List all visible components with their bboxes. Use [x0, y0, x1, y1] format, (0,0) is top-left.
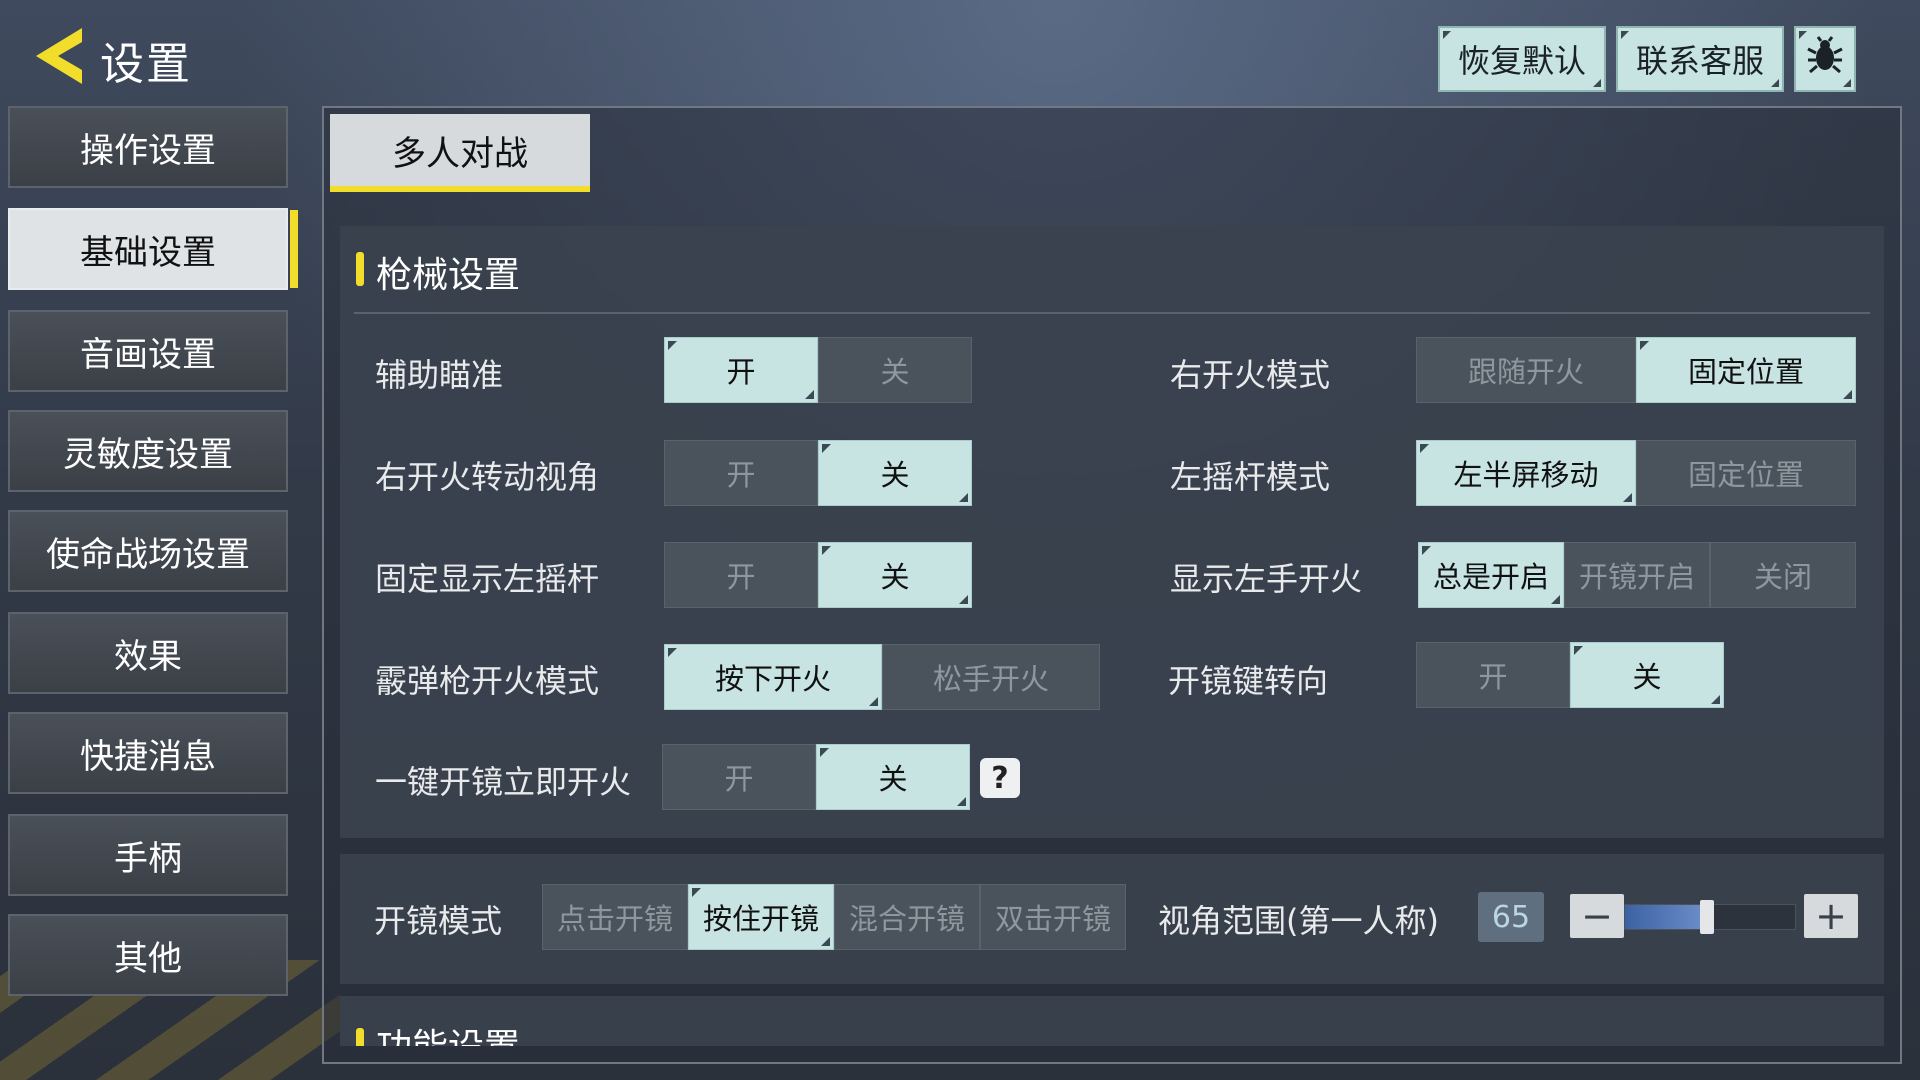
- sidebar-item-battle-royale[interactable]: 使命战场设置: [8, 510, 288, 592]
- right-fire-fixed[interactable]: 固定位置: [1636, 337, 1856, 403]
- fov-slider-fill: [1625, 905, 1707, 929]
- right-fire-mode-label: 右开火模式: [1170, 356, 1331, 394]
- contact-support-button[interactable]: 联系客服: [1616, 26, 1784, 92]
- sidebar-item-other[interactable]: 其他: [8, 914, 288, 996]
- left-stick-mode-label: 左摇杆模式: [1170, 458, 1331, 496]
- section-title-accent: [356, 1028, 364, 1046]
- left-stick-fixed[interactable]: 固定位置: [1636, 440, 1856, 506]
- sidebar-item-controller[interactable]: 手柄: [8, 814, 288, 896]
- section-title: 枪械设置: [376, 255, 521, 296]
- scope-key-turn-label: 开镜键转向: [1168, 662, 1329, 700]
- right-fire-follow[interactable]: 跟随开火: [1416, 337, 1636, 403]
- bug-report-button[interactable]: [1794, 26, 1856, 92]
- scope-key-turn-off[interactable]: 关: [1570, 642, 1724, 708]
- page-title: 设置: [100, 39, 192, 90]
- fixed-left-stick-on[interactable]: 开: [664, 542, 818, 608]
- active-accent-bar: [290, 210, 298, 288]
- function-settings-section: 功能设置: [340, 996, 1884, 1046]
- shotgun-press-fire[interactable]: 按下开火: [664, 644, 882, 710]
- left-hand-fire-toggle: 总是开启 开镜开启 关闭: [1418, 542, 1856, 608]
- scope-mode-double-tap[interactable]: 双击开镜: [980, 884, 1126, 950]
- scope-key-turn-toggle: 开 关: [1416, 642, 1724, 708]
- left-hand-fire-off[interactable]: 关闭: [1710, 542, 1856, 608]
- right-fire-rotate-label: 右开火转动视角: [375, 458, 600, 496]
- fixed-left-stick-toggle: 开 关: [664, 542, 972, 608]
- shotgun-fire-mode-toggle: 按下开火 松手开火: [664, 644, 1100, 710]
- bug-icon: [1805, 35, 1845, 83]
- section-title-accent: [356, 252, 364, 286]
- right-fire-rotate-on[interactable]: 开: [664, 440, 818, 506]
- sidebar-item-basic[interactable]: 基础设置: [8, 208, 298, 290]
- sidebar-item-effects[interactable]: 效果: [8, 612, 288, 694]
- scope-mode-selector: 点击开镜 按住开镜 混合开镜 双击开镜: [542, 884, 1126, 950]
- fov-minus-button[interactable]: −: [1570, 894, 1624, 938]
- one-tap-scope-fire-toggle: 开 关: [662, 744, 970, 810]
- left-stick-half-screen[interactable]: 左半屏移动: [1416, 440, 1636, 506]
- fov-slider[interactable]: [1624, 900, 1796, 934]
- tab-multiplayer[interactable]: 多人对战: [330, 114, 590, 192]
- aim-assist-toggle: 开 关: [664, 337, 972, 403]
- scope-mode-tap[interactable]: 点击开镜: [542, 884, 688, 950]
- aim-assist-off[interactable]: 关: [818, 337, 972, 403]
- restore-default-button[interactable]: 恢复默认: [1438, 26, 1606, 92]
- function-section-title: 功能设置: [376, 1018, 520, 1046]
- left-hand-fire-label: 显示左手开火: [1170, 560, 1363, 598]
- left-hand-fire-scoped[interactable]: 开镜开启: [1564, 542, 1710, 608]
- fov-label: 视角范围(第一人称): [1158, 902, 1439, 940]
- aim-assist-label: 辅助瞄准: [375, 356, 504, 394]
- right-fire-mode-toggle: 跟随开火 固定位置: [1416, 337, 1856, 403]
- left-hand-fire-always[interactable]: 总是开启: [1418, 542, 1564, 608]
- fov-plus-button[interactable]: +: [1804, 894, 1858, 938]
- right-fire-rotate-toggle: 开 关: [664, 440, 972, 506]
- section-divider: [354, 312, 1870, 314]
- sidebar-item-sensitivity[interactable]: 灵敏度设置: [8, 410, 288, 492]
- shotgun-release-fire[interactable]: 松手开火: [882, 644, 1100, 710]
- one-tap-scope-fire-on[interactable]: 开: [662, 744, 816, 810]
- aim-assist-on[interactable]: 开: [664, 337, 818, 403]
- sidebar-item-quick-messages[interactable]: 快捷消息: [8, 712, 288, 794]
- fov-slider-thumb[interactable]: [1699, 900, 1714, 934]
- one-tap-scope-fire-off[interactable]: 关: [816, 744, 970, 810]
- back-arrow-icon[interactable]: [30, 24, 90, 88]
- scope-mode-label: 开镜模式: [374, 902, 503, 940]
- right-fire-rotate-off[interactable]: 关: [818, 440, 972, 506]
- scope-key-turn-on[interactable]: 开: [1416, 642, 1570, 708]
- help-icon[interactable]: ?: [980, 758, 1020, 798]
- scope-mode-hybrid[interactable]: 混合开镜: [834, 884, 980, 950]
- fov-value[interactable]: 65: [1478, 892, 1544, 942]
- sidebar-item-operation[interactable]: 操作设置: [8, 106, 288, 188]
- left-stick-mode-toggle: 左半屏移动 固定位置: [1416, 440, 1856, 506]
- weapon-settings-section: 枪械设置: [340, 226, 1884, 838]
- fixed-left-stick-off[interactable]: 关: [818, 542, 972, 608]
- sidebar-item-audio-video[interactable]: 音画设置: [8, 310, 288, 392]
- one-tap-scope-fire-label: 一键开镜立即开火: [375, 763, 632, 801]
- scope-mode-hold[interactable]: 按住开镜: [688, 884, 834, 950]
- fixed-left-stick-label: 固定显示左摇杆: [375, 560, 600, 598]
- shotgun-fire-mode-label: 霰弹枪开火模式: [375, 662, 600, 700]
